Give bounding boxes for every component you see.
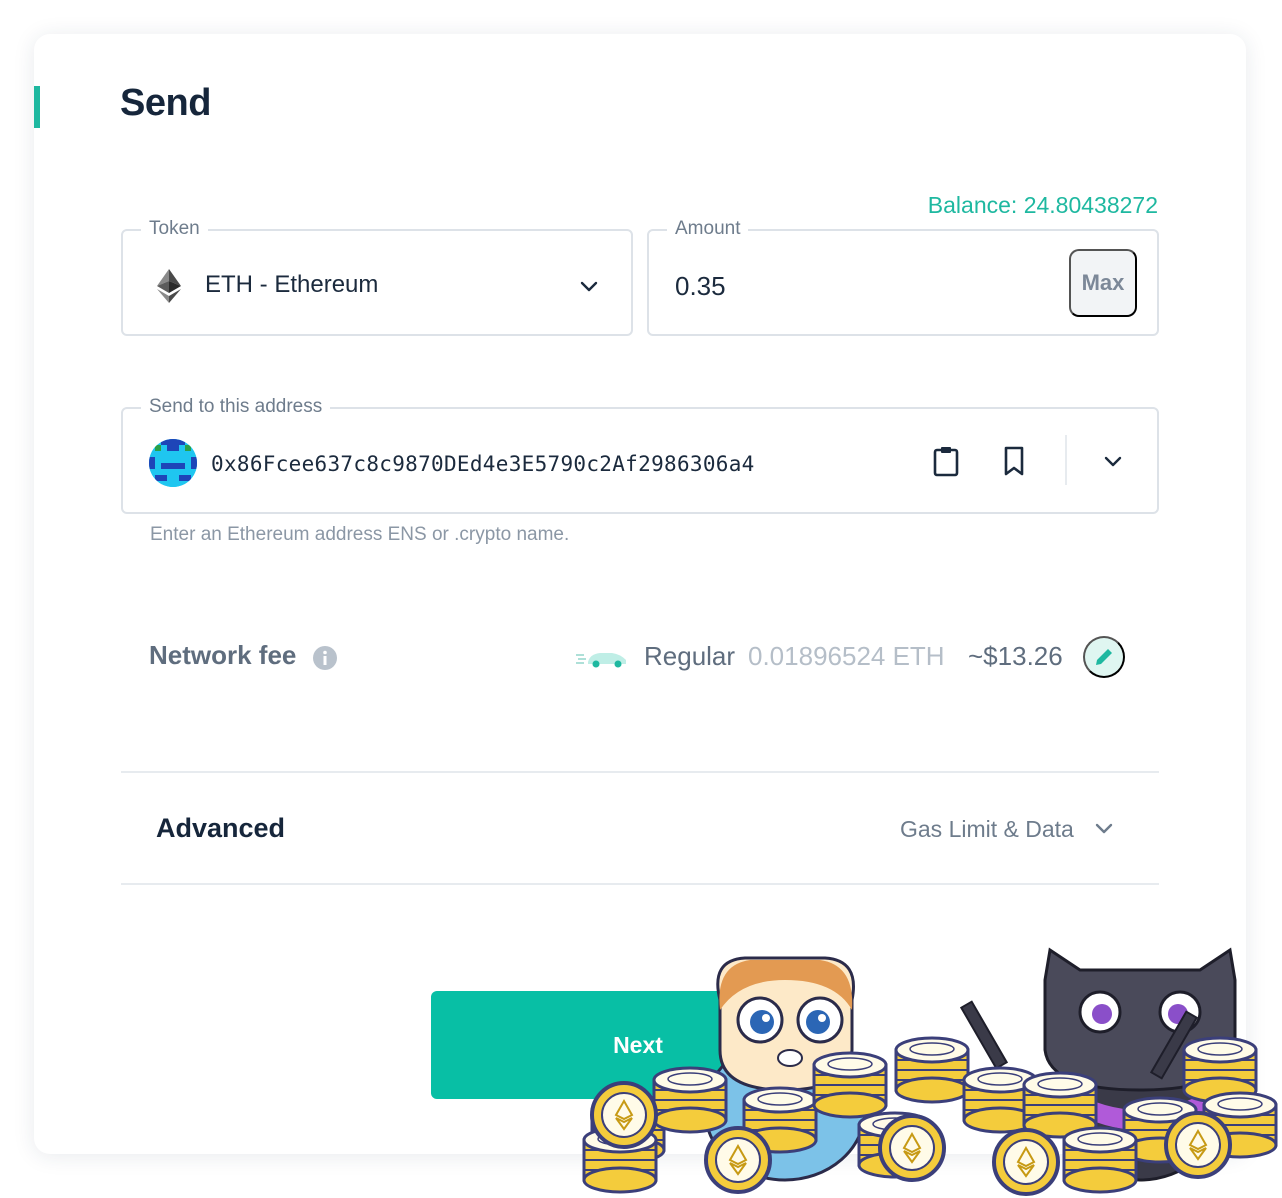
- advanced-title[interactable]: Advanced: [156, 813, 285, 844]
- identicon: [149, 439, 197, 487]
- fee-usd-amount: ~$13.26: [968, 641, 1063, 671]
- chevron-down-icon[interactable]: [1094, 822, 1114, 836]
- edit-fee-button[interactable]: [1083, 636, 1125, 678]
- amount-input[interactable]: [675, 271, 975, 302]
- address-field: Send to this address 0x86Fcee637c8c9870D…: [121, 395, 1159, 514]
- amount-field: Amount Max: [647, 217, 1159, 336]
- token-value: ETH - Ethereum: [205, 271, 379, 298]
- fee-speed: Regular: [644, 641, 736, 671]
- address-helper-text: Enter an Ethereum address ENS or .crypto…: [150, 524, 570, 545]
- title-accent-bar: [34, 86, 40, 128]
- advanced-top-divider: [121, 771, 1159, 773]
- address-label: Send to this address: [141, 395, 331, 419]
- address-divider: [1065, 435, 1067, 485]
- send-page: Send Balance: 24.80438272 Token ETH - Et…: [0, 0, 1282, 1198]
- ethereum-icon: [157, 269, 181, 303]
- cats-coins-illustration: [582, 947, 1278, 1196]
- token-select[interactable]: Token ETH - Ethereum: [121, 217, 633, 336]
- clipboard-icon[interactable]: [931, 445, 961, 477]
- page-title: Send: [120, 82, 211, 124]
- advanced-bottom-divider: [121, 883, 1159, 885]
- pencil-icon: [1096, 649, 1112, 665]
- token-label: Token: [141, 217, 208, 241]
- chevron-down-icon: [580, 281, 598, 292]
- amount-label: Amount: [667, 217, 749, 241]
- car-icon: [576, 653, 626, 668]
- fee-eth-amount: 0.01896524 ETH: [748, 641, 945, 671]
- network-fee-label: Network fee: [149, 640, 297, 670]
- chevron-down-icon[interactable]: [1103, 455, 1123, 469]
- bookmark-icon[interactable]: [999, 445, 1029, 477]
- address-input[interactable]: 0x86Fcee637c8c9870DEd4e3E5790c2Af2986306…: [211, 452, 755, 476]
- max-button[interactable]: Max: [1069, 249, 1137, 317]
- balance-text: Balance: 24.80438272: [927, 192, 1158, 218]
- info-icon[interactable]: [312, 645, 338, 671]
- advanced-subtitle[interactable]: Gas Limit & Data: [900, 816, 1074, 843]
